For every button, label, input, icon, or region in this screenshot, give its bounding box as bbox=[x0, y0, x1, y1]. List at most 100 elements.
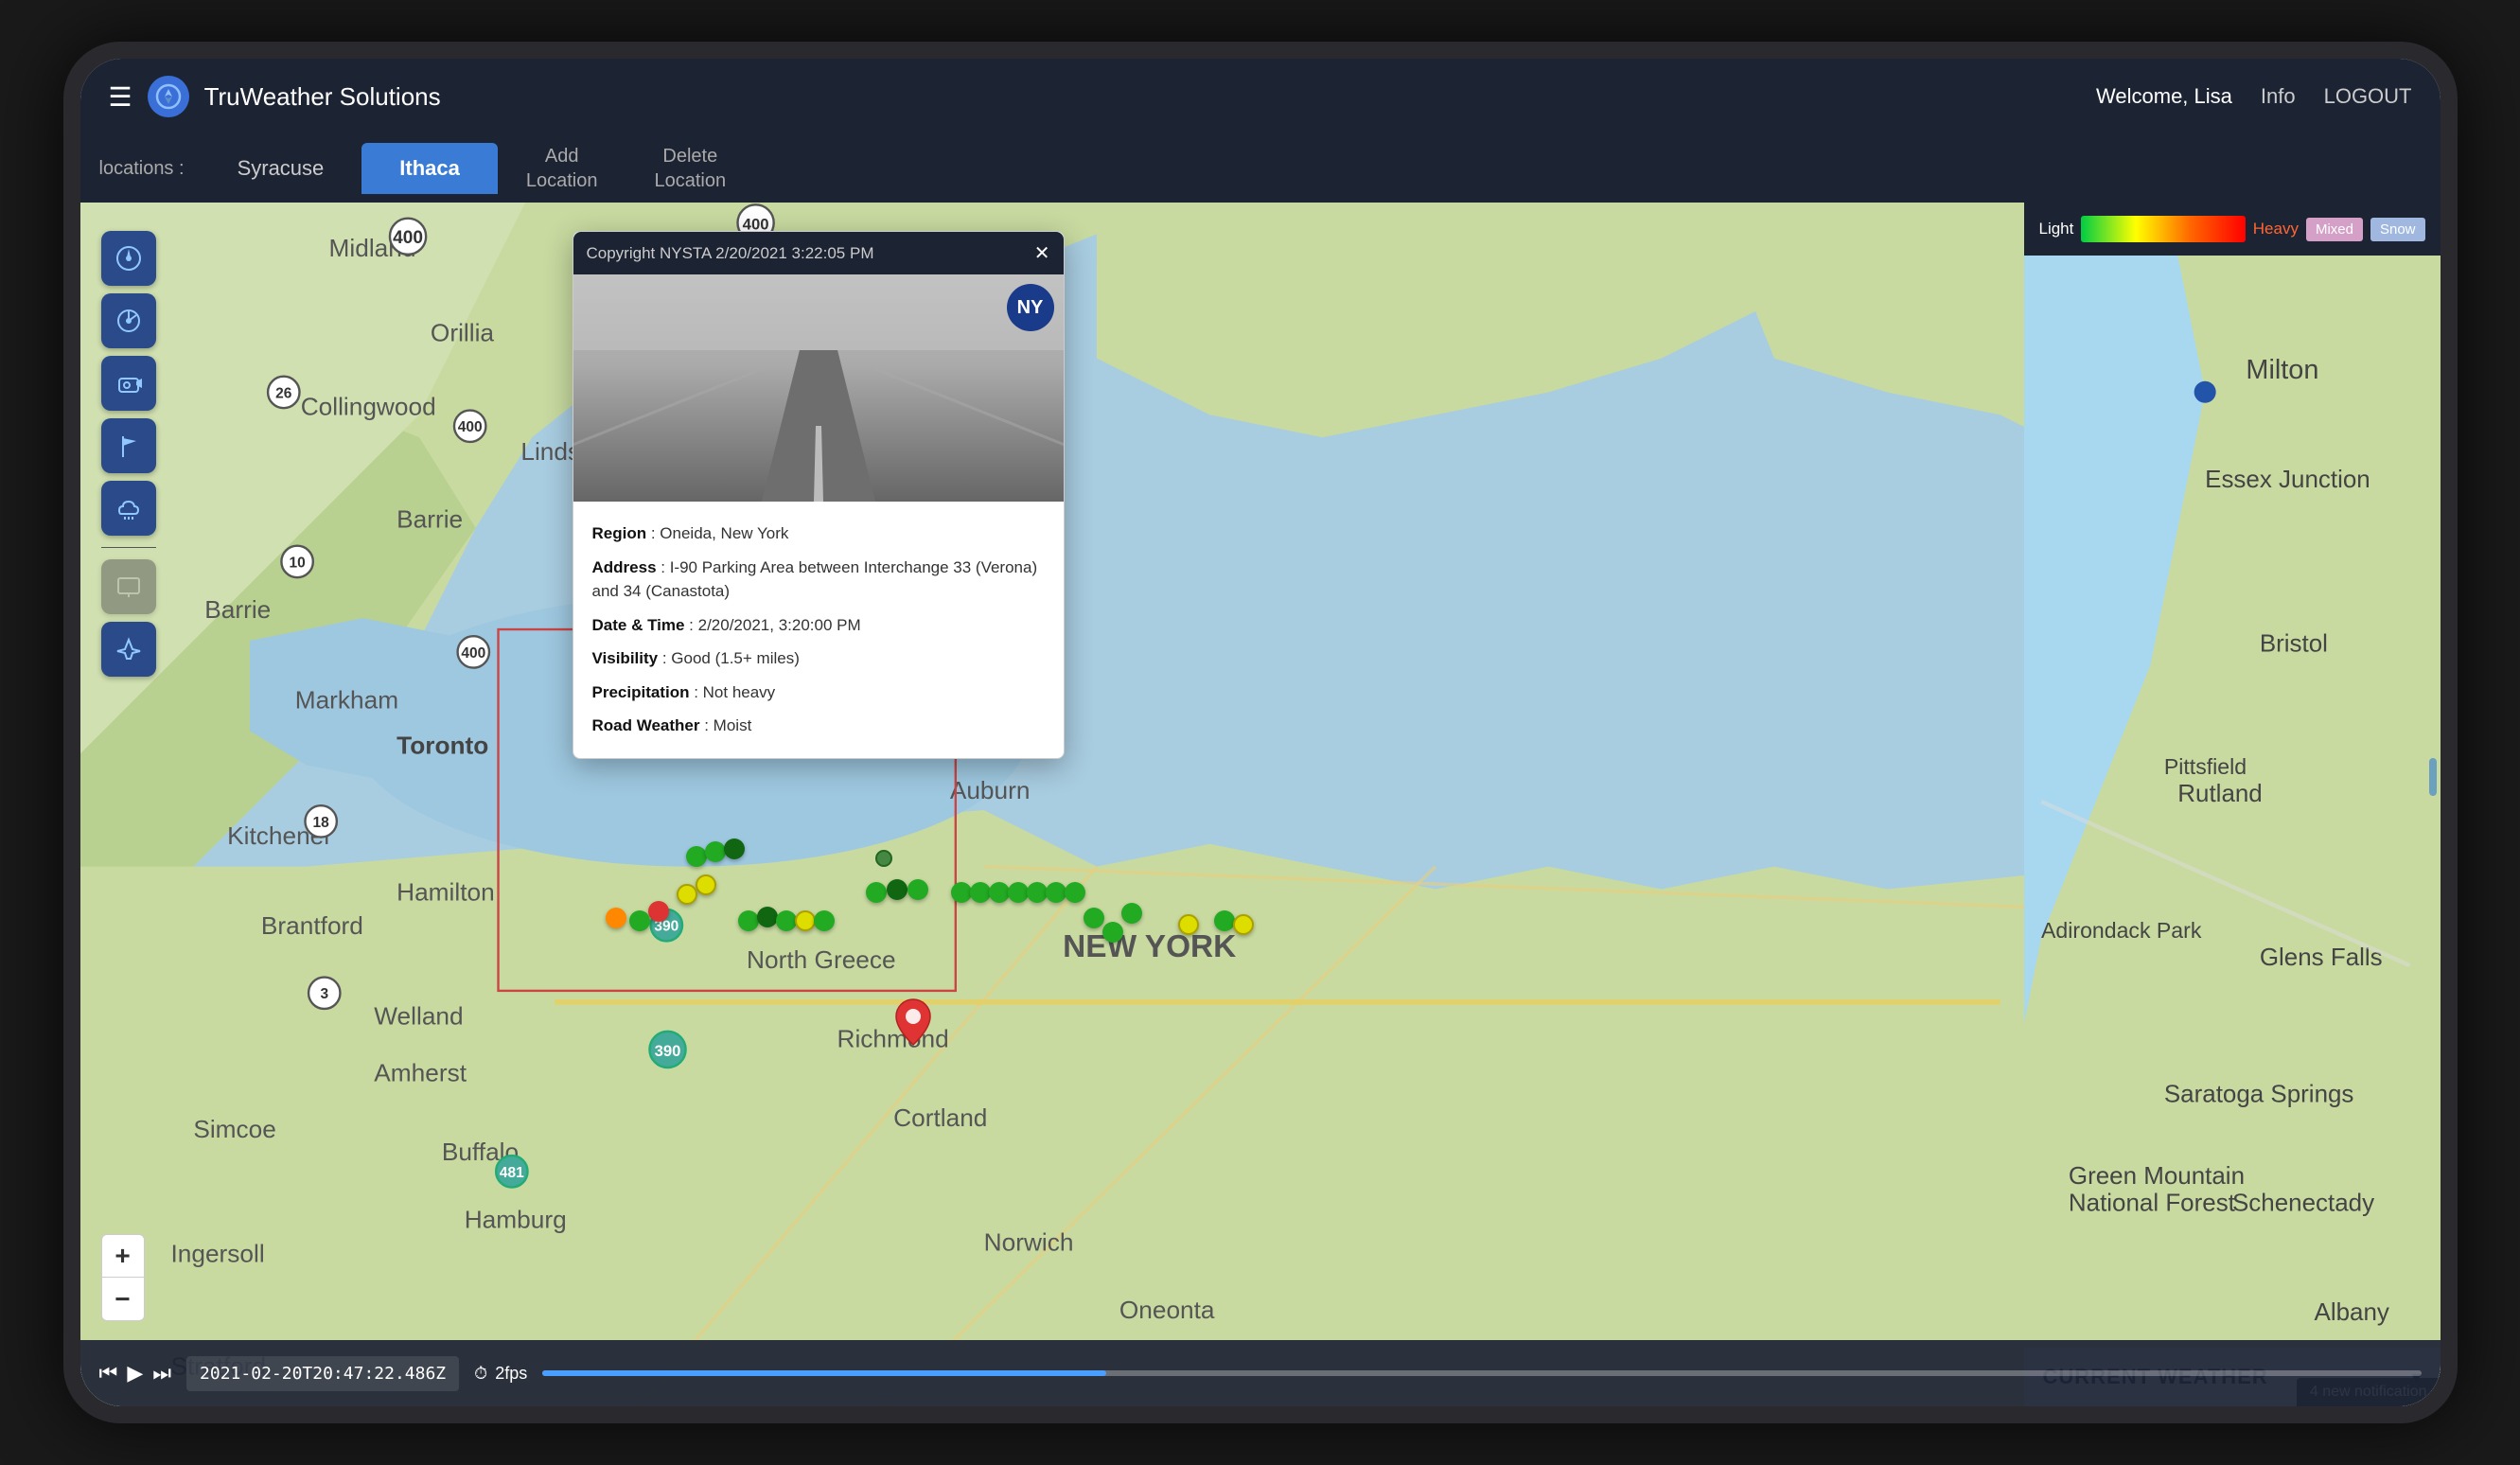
popup-visibility: Visibility : Good (1.5+ miles) bbox=[592, 642, 1045, 676]
legend-heavy-label: Heavy bbox=[2253, 220, 2299, 238]
app-logo bbox=[148, 76, 189, 117]
fps-value: 2fps bbox=[495, 1364, 527, 1384]
camera-tool-btn[interactable] bbox=[101, 356, 156, 411]
map-marker-4[interactable] bbox=[696, 874, 716, 895]
map-marker-30[interactable] bbox=[875, 850, 892, 867]
legend-light-label: Light bbox=[2039, 220, 2074, 238]
map-marker-26[interactable] bbox=[1102, 922, 1123, 943]
location-tabs: locations : Syracuse Ithaca AddLocation … bbox=[80, 134, 2441, 203]
svg-text:North Greece: North Greece bbox=[747, 945, 896, 974]
map-marker-16[interactable] bbox=[908, 879, 928, 900]
map-marker-6[interactable] bbox=[606, 908, 626, 928]
hamburger-icon[interactable]: ☰ bbox=[109, 81, 132, 113]
svg-text:18: 18 bbox=[312, 815, 329, 831]
camera-image-container: NY bbox=[573, 274, 1064, 502]
svg-text:Pittsfield: Pittsfield bbox=[2163, 754, 2246, 779]
svg-text:Brantford: Brantford bbox=[260, 911, 362, 940]
rewind-button[interactable]: ⏮ bbox=[99, 1361, 118, 1386]
popup-header: Copyright NYSTA 2/20/2021 3:22:05 PM ✕ bbox=[573, 232, 1064, 274]
map-marker-8[interactable] bbox=[629, 910, 650, 931]
map-tools bbox=[101, 231, 156, 677]
map-marker-10[interactable] bbox=[757, 907, 778, 927]
map-marker-9[interactable] bbox=[738, 910, 759, 931]
tab-syracuse[interactable]: Syracuse bbox=[200, 143, 362, 194]
popup-address: Address : I-90 Parking Area between Inte… bbox=[592, 551, 1045, 609]
map-marker-22[interactable] bbox=[1046, 882, 1066, 903]
svg-text:Ingersoll: Ingersoll bbox=[170, 1239, 264, 1267]
map-marker-12[interactable] bbox=[795, 910, 816, 931]
svg-text:481: 481 bbox=[499, 1165, 523, 1181]
tab-ithaca[interactable]: Ithaca bbox=[361, 143, 498, 194]
fps-icon: ⏱ bbox=[474, 1364, 487, 1384]
info-link[interactable]: Info bbox=[2261, 84, 2296, 109]
svg-text:3: 3 bbox=[320, 986, 328, 1002]
svg-text:390: 390 bbox=[654, 1042, 680, 1060]
svg-text:Rutland: Rutland bbox=[2177, 779, 2262, 807]
svg-text:Norwich: Norwich bbox=[983, 1227, 1073, 1256]
map-marker-14[interactable] bbox=[866, 882, 887, 903]
svg-text:10: 10 bbox=[289, 555, 305, 571]
play-button[interactable]: ▶ bbox=[127, 1361, 143, 1386]
scroll-handle[interactable] bbox=[2429, 758, 2437, 796]
camera-image: NY bbox=[573, 274, 1064, 502]
map-marker-3[interactable] bbox=[724, 838, 745, 859]
cloud-tool-btn[interactable] bbox=[101, 481, 156, 536]
svg-text:Toronto: Toronto bbox=[397, 731, 488, 759]
map-marker-2[interactable] bbox=[705, 841, 726, 862]
map-marker-17[interactable] bbox=[951, 882, 972, 903]
topbar-left: ☰ TruWeather Solutions bbox=[109, 76, 441, 117]
camera-popup: Copyright NYSTA 2/20/2021 3:22:05 PM ✕ bbox=[573, 231, 1065, 759]
locations-label: locations : bbox=[99, 158, 185, 180]
fps-control: ⏱ 2fps bbox=[474, 1364, 527, 1384]
svg-text:Auburn: Auburn bbox=[949, 776, 1030, 804]
svg-text:26: 26 bbox=[275, 385, 292, 401]
svg-text:National Forest: National Forest bbox=[2068, 1189, 2235, 1217]
monitor-tool-btn[interactable] bbox=[101, 559, 156, 614]
timeline-bar: ⏮ ▶ ⏭ 2021-02-20T20:47:22.486Z ⏱ 2fps bbox=[80, 1340, 2441, 1406]
plane-tool-btn[interactable] bbox=[101, 622, 156, 677]
tablet-frame: ☰ TruWeather Solutions Welcome, Lisa Inf… bbox=[63, 42, 2458, 1423]
map-marker-23[interactable] bbox=[1065, 882, 1085, 903]
right-map-overlay[interactable]: Milton Essex Junction Bristol Rutland Ad… bbox=[2024, 256, 2441, 1348]
svg-text:Saratoga Springs: Saratoga Springs bbox=[2163, 1079, 2353, 1107]
map-marker-24[interactable] bbox=[1121, 903, 1142, 924]
legend-snow-label: Snow bbox=[2370, 218, 2425, 241]
timeline-controls: ⏮ ▶ ⏭ bbox=[99, 1361, 172, 1386]
fast-forward-button[interactable]: ⏭ bbox=[152, 1361, 171, 1386]
map-marker-27[interactable] bbox=[1178, 914, 1199, 935]
map-marker-11[interactable] bbox=[776, 910, 797, 931]
popup-close-button[interactable]: ✕ bbox=[1034, 241, 1050, 265]
svg-text:Markham: Markham bbox=[294, 686, 397, 715]
map-marker-19[interactable] bbox=[989, 882, 1010, 903]
svg-text:Orillia: Orillia bbox=[430, 319, 493, 347]
map-marker-21[interactable] bbox=[1027, 882, 1048, 903]
legend-bar: Light Heavy Mixed Snow bbox=[2024, 203, 2441, 256]
compass-tool-btn[interactable] bbox=[101, 231, 156, 286]
map-marker-15[interactable] bbox=[887, 879, 908, 900]
logout-button[interactable]: LOGOUT bbox=[2324, 84, 2412, 109]
radar-tool-btn[interactable] bbox=[101, 293, 156, 348]
map-marker-13[interactable] bbox=[814, 910, 835, 931]
tool-divider bbox=[101, 547, 156, 548]
location-pin-marker[interactable] bbox=[894, 997, 932, 1051]
map-marker-20[interactable] bbox=[1008, 882, 1029, 903]
svg-text:Adirondack Park: Adirondack Park bbox=[2041, 918, 2202, 943]
zoom-out-button[interactable]: − bbox=[101, 1278, 145, 1321]
map-marker-18[interactable] bbox=[970, 882, 991, 903]
tab-delete-location[interactable]: DeleteLocation bbox=[626, 131, 755, 206]
timeline-slider[interactable] bbox=[542, 1370, 2421, 1376]
map-marker-25[interactable] bbox=[1084, 908, 1104, 928]
map-marker-28[interactable] bbox=[1214, 910, 1235, 931]
tab-add-location[interactable]: AddLocation bbox=[498, 131, 626, 206]
flag-tool-btn[interactable] bbox=[101, 418, 156, 473]
map-marker-7[interactable] bbox=[648, 901, 669, 922]
timeline-timestamp: 2021-02-20T20:47:22.486Z bbox=[186, 1356, 459, 1391]
map-marker-5[interactable] bbox=[677, 884, 697, 905]
zoom-controls: + − bbox=[101, 1234, 145, 1321]
zoom-in-button[interactable]: + bbox=[101, 1234, 145, 1278]
map-marker-1[interactable] bbox=[686, 846, 707, 867]
map-marker-29[interactable] bbox=[1233, 914, 1254, 935]
main-content: Midland Orillia Collingwood Barrie Linds… bbox=[80, 203, 2441, 1406]
timeline-progress bbox=[542, 1370, 1106, 1376]
popup-region: Region : Oneida, New York bbox=[592, 517, 1045, 551]
